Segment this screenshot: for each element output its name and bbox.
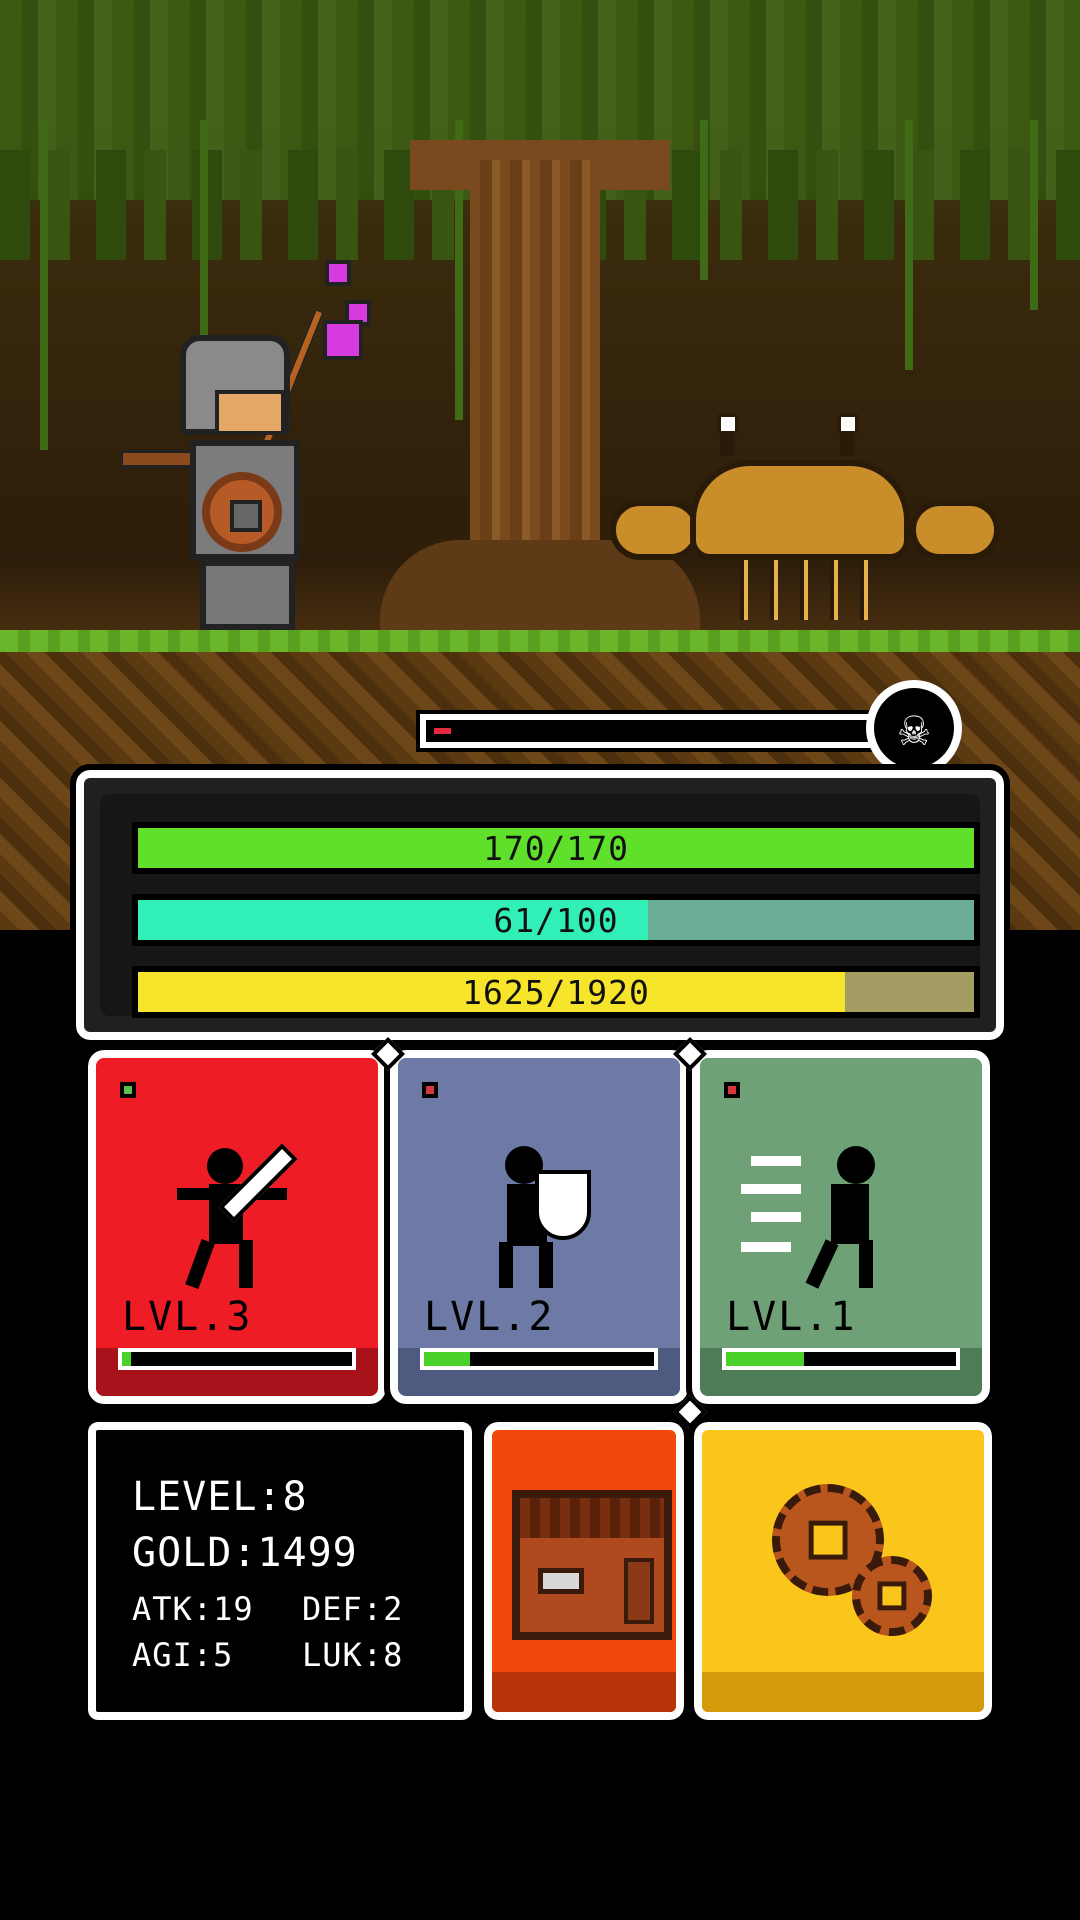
small-gear-icon [852, 1556, 932, 1636]
player-stats-panel: LEVEL:8 GOLD:1499 ATK:19 DEF:2 AGI:5 LUK… [82, 1416, 478, 1726]
shop-button[interactable] [478, 1416, 690, 1726]
attack-progress-bar [118, 1348, 356, 1370]
crab-leg [800, 560, 808, 620]
crab-shell [690, 460, 910, 560]
vine [905, 120, 913, 370]
skull-icon: ☠ [866, 680, 962, 776]
luk-stat: LUK:8 [302, 1636, 404, 1674]
crab-claw [910, 500, 1000, 560]
attack-skill-card[interactable]: LVL.3 [82, 1044, 392, 1410]
agility-skill-card[interactable]: LVL.1 [686, 1044, 996, 1410]
defense-progress-fill [424, 1352, 470, 1366]
defense-skill-card[interactable]: LVL.2 [384, 1044, 694, 1410]
gem-indicator-icon [422, 1082, 438, 1098]
gold-stat: GOLD:1499 [132, 1530, 358, 1576]
atk-stat: ATK:19 [132, 1590, 254, 1628]
agi-stat: AGI:5 [132, 1636, 234, 1674]
defense-level-label: LVL.2 [424, 1294, 555, 1340]
crab-claw [610, 500, 700, 560]
crab-leg [830, 560, 838, 620]
attack-level-label: LVL.3 [122, 1294, 253, 1340]
enemy-health-fill [434, 728, 452, 734]
staff-gem [325, 260, 351, 286]
agility-level-label: LVL.1 [726, 1294, 857, 1340]
enemy-health-bar [416, 710, 884, 752]
hero-shield [202, 472, 282, 552]
mana-bar: 61/100 [132, 894, 980, 946]
hero-legs [200, 560, 295, 630]
agility-dash-icon [741, 1128, 941, 1289]
vine [40, 120, 48, 450]
health-bar: 170/170 [132, 822, 980, 874]
mana-text: 61/100 [493, 900, 619, 940]
button-shade [702, 1672, 984, 1712]
settings-button[interactable] [688, 1416, 998, 1726]
button-shade [492, 1672, 676, 1712]
stats-row-1: ATK:19 DEF:2 [132, 1590, 402, 1628]
experience-text: 1625/1920 [462, 972, 650, 1012]
hero-knight-sprite [120, 200, 371, 630]
agility-progress-fill [726, 1352, 805, 1366]
crab-enemy-sprite[interactable] [610, 414, 1020, 630]
crab-leg [740, 560, 748, 620]
status-panel-inner: 170/170 61/100 1625/1920 [100, 794, 980, 1018]
vine [700, 120, 708, 280]
crab-leg [770, 560, 778, 620]
attack-sword-icon [137, 1128, 337, 1289]
vine [1030, 120, 1038, 310]
level-stat: LEVEL:8 [132, 1474, 308, 1520]
crab-eye [838, 414, 858, 456]
gem-indicator-icon [724, 1082, 740, 1098]
hero-face [215, 390, 285, 435]
player-status-panel: 170/170 61/100 1625/1920 [70, 764, 1010, 1046]
treasure-chest-icon [512, 1490, 672, 1640]
stats-row-2: AGI:5 LUK:8 [132, 1636, 402, 1674]
crab-leg [860, 560, 868, 620]
agility-progress-bar [722, 1348, 960, 1370]
defense-shield-icon [439, 1128, 639, 1288]
hero-arm [120, 450, 200, 468]
defense-progress-bar [420, 1348, 658, 1370]
crab-eye [718, 414, 738, 456]
attack-progress-fill [122, 1352, 132, 1366]
gem-indicator-icon [120, 1082, 136, 1098]
experience-bar: 1625/1920 [132, 966, 980, 1018]
grass-ground [0, 630, 1080, 652]
def-stat: DEF:2 [302, 1590, 404, 1628]
health-text: 170/170 [482, 828, 630, 868]
staff-gem [323, 320, 363, 360]
